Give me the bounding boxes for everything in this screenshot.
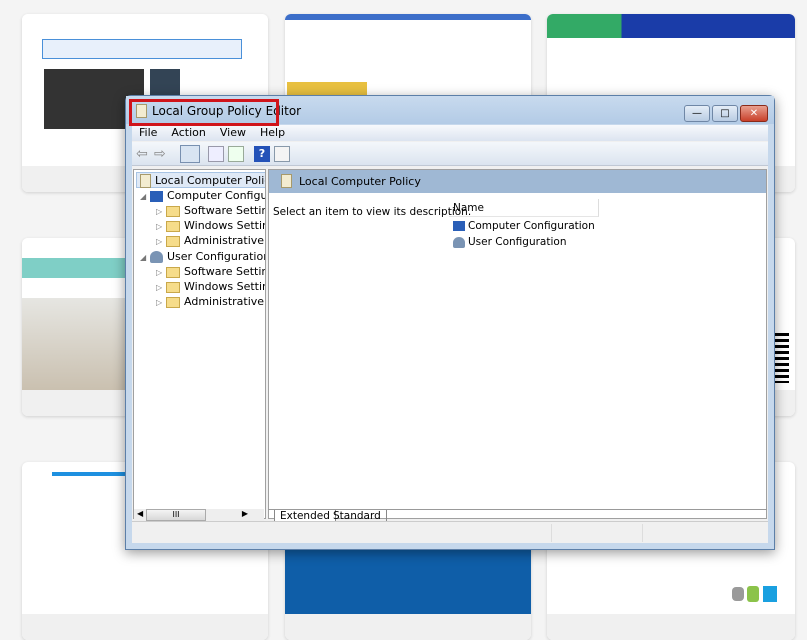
folder-icon (166, 296, 180, 308)
expand-arrow-icon[interactable]: ▷ (156, 295, 166, 311)
details-pane: Local Computer Policy Select an item to … (268, 169, 767, 519)
tree-label: Computer Configura (167, 189, 265, 202)
list-item-computer-configuration[interactable]: Computer Configuration (453, 220, 595, 232)
group-policy-editor-window: Local Group Policy Editor — □ ✕ File Acti… (125, 95, 775, 550)
menu-bar: File Action View Help (132, 125, 768, 141)
help-icon[interactable]: ? (254, 146, 270, 162)
description-text: Select an item to view its description. (273, 206, 472, 218)
horizontal-scrollbar[interactable]: ◀ III ▶ (134, 509, 264, 521)
folder-icon (166, 281, 180, 293)
tree-item-administrative-templates[interactable]: ▷ Administrative Te (156, 233, 265, 250)
forward-icon[interactable]: ⇨ (154, 146, 170, 162)
tree-item-local-computer-policy[interactable]: Local Computer Policy (136, 172, 266, 188)
tree-item-computer-configuration[interactable]: ◢ Computer Configura (140, 188, 265, 205)
tree-item-windows-settings[interactable]: ▷Windows Setting (156, 279, 265, 295)
menu-action[interactable]: Action (164, 125, 212, 141)
list-item-label: User Configuration (468, 236, 567, 248)
back-icon[interactable]: ⇦ (136, 146, 152, 162)
list-item-user-configuration[interactable]: User Configuration (453, 236, 566, 248)
policy-document-icon (140, 174, 151, 188)
policy-document-icon (281, 174, 292, 188)
scroll-right-icon[interactable]: ▶ (242, 509, 248, 518)
tile-caption (22, 614, 268, 640)
scrollbar-thumb[interactable]: III (146, 509, 206, 521)
tree-label: User Configuration (167, 250, 266, 263)
show-action-pane-icon[interactable] (274, 146, 290, 162)
scroll-left-icon[interactable]: ◀ (137, 509, 143, 518)
menu-file[interactable]: File (132, 125, 164, 141)
tree-item-windows-settings[interactable]: ▷Windows Setting (156, 218, 265, 234)
status-bar (132, 521, 768, 543)
tree-item-administrative-templates[interactable]: ▷ Administrative Te (156, 294, 265, 311)
details-header: Local Computer Policy (269, 170, 766, 193)
tile-caption (547, 614, 795, 640)
console-tree: Local Computer Policy ◢ Computer Configur… (133, 169, 266, 519)
show-hide-console-tree-icon[interactable] (180, 145, 200, 163)
tree-label: Administrative Te (184, 234, 265, 247)
folder-icon (166, 220, 180, 232)
properties-icon[interactable] (208, 146, 224, 162)
tree-label: Administrative Te (184, 295, 265, 308)
computer-icon (150, 190, 163, 202)
export-list-icon[interactable] (228, 146, 244, 162)
tree-item-user-configuration[interactable]: ◢ User Configuration (140, 249, 266, 266)
tree-label: Windows Setting (184, 280, 265, 293)
menu-help[interactable]: Help (253, 125, 292, 141)
close-button[interactable]: ✕ (740, 105, 768, 122)
name-column-header[interactable]: Name (449, 199, 599, 217)
toolbar: ⇦ ⇨ ? (132, 142, 768, 166)
folder-icon (166, 235, 180, 247)
collapse-arrow-icon[interactable]: ◢ (140, 250, 150, 266)
status-divider (551, 524, 552, 542)
tree-item-software-settings[interactable]: ▷Software Settings (156, 203, 265, 219)
status-divider (642, 524, 643, 542)
expand-arrow-icon[interactable]: ▷ (156, 234, 166, 250)
folder-icon (166, 205, 180, 217)
list-item-label: Computer Configuration (468, 220, 595, 232)
tree-label: Software Settings (184, 204, 265, 217)
tree-label: Windows Setting (184, 219, 265, 232)
computer-icon (453, 221, 465, 231)
tile-caption (285, 614, 531, 640)
user-icon (453, 236, 465, 248)
minimize-button[interactable]: — (684, 105, 710, 122)
tree-label: Local Computer Policy (155, 174, 266, 187)
folder-icon (166, 266, 180, 278)
user-icon (150, 251, 163, 263)
menu-view[interactable]: View (213, 125, 253, 141)
maximize-button[interactable]: □ (712, 105, 738, 122)
details-header-title: Local Computer Policy (299, 175, 421, 188)
collapse-arrow-icon[interactable]: ◢ (140, 189, 150, 205)
tree-label: Software Settings (184, 265, 265, 278)
title-highlight-box (129, 99, 279, 126)
tree-item-software-settings[interactable]: ▷Software Settings (156, 264, 265, 280)
